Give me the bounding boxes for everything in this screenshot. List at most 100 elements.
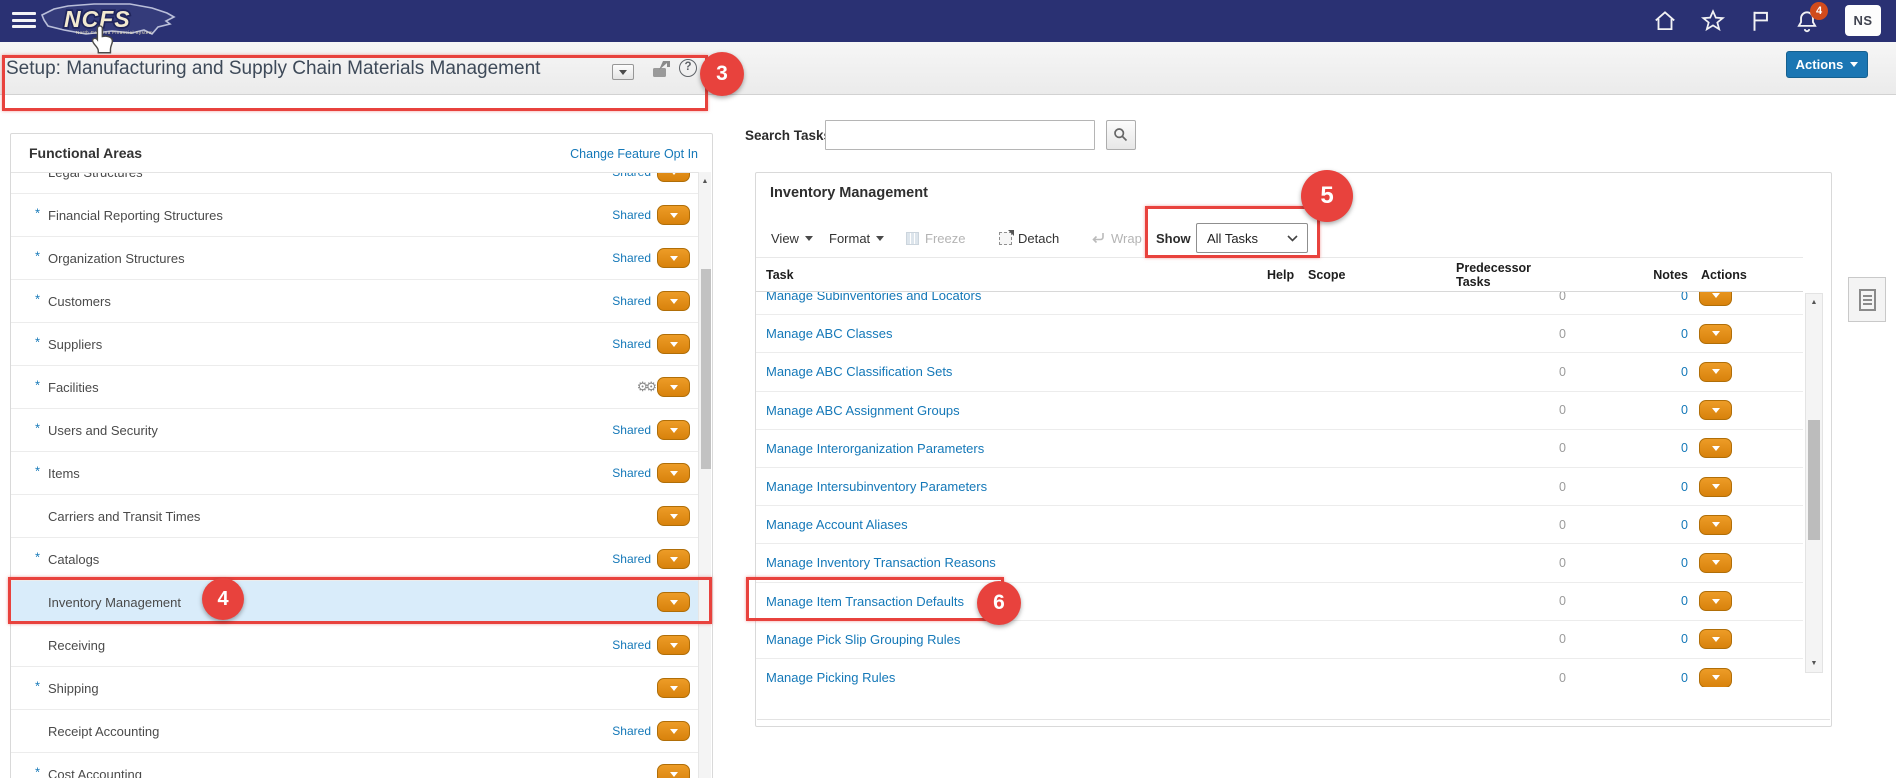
functional-area-row[interactable]: * Organization Structures Shared <box>11 237 698 280</box>
flag-icon[interactable] <box>1748 8 1774 34</box>
task-actions-button[interactable] <box>1699 668 1732 687</box>
functional-area-row[interactable]: * Suppliers Shared <box>11 323 698 366</box>
tasks-side-tab-button[interactable] <box>1848 277 1886 322</box>
functional-area-row[interactable]: Receipt Accounting Shared <box>11 710 698 753</box>
task-link[interactable]: Manage Intersubinventory Parameters <box>766 468 987 505</box>
column-header-help[interactable]: Help <box>1267 258 1294 291</box>
change-feature-opt-in-link[interactable]: Change Feature Opt In <box>570 147 698 161</box>
notes-count-link[interactable]: 0 <box>1626 659 1688 687</box>
functional-area-row[interactable]: Inventory Management <box>11 581 698 624</box>
notes-count-link[interactable]: 0 <box>1626 544 1688 581</box>
task-link[interactable]: Manage Pick Slip Grouping Rules <box>766 621 960 658</box>
search-tasks-input[interactable] <box>825 120 1095 150</box>
functional-area-row[interactable]: * Cost Accounting <box>11 753 698 778</box>
notes-count-link[interactable]: 0 <box>1626 621 1688 658</box>
notes-count-link[interactable]: 0 <box>1626 353 1688 390</box>
task-actions-button[interactable] <box>1699 591 1732 611</box>
tasks-table-scrollbar[interactable]: ▲ ▼ <box>1805 293 1823 673</box>
menu-icon[interactable] <box>12 12 36 30</box>
shared-link[interactable]: Shared <box>612 409 651 451</box>
task-link[interactable]: Manage Account Aliases <box>766 506 908 543</box>
shared-link[interactable]: Shared <box>612 194 651 236</box>
functional-area-actions-button[interactable] <box>657 205 690 225</box>
task-link[interactable]: Manage ABC Assignment Groups <box>766 392 960 429</box>
column-header-notes[interactable]: Notes <box>1626 258 1688 291</box>
notes-count-link[interactable]: 0 <box>1626 430 1688 467</box>
functional-area-row[interactable]: * Customers Shared <box>11 280 698 323</box>
scroll-up-icon[interactable]: ▲ <box>699 178 711 185</box>
help-icon[interactable]: ? <box>679 59 697 77</box>
shared-link[interactable]: Shared <box>612 172 651 193</box>
shared-link[interactable]: Shared <box>612 452 651 494</box>
home-icon[interactable] <box>1652 8 1678 34</box>
task-link[interactable]: Manage ABC Classification Sets <box>766 353 952 390</box>
functional-areas-scrollbar[interactable]: ▲ <box>698 172 711 778</box>
task-actions-button[interactable] <box>1699 515 1732 535</box>
task-actions-button[interactable] <box>1699 553 1732 573</box>
ncfs-logo[interactable]: NCFS North Carolina Financial System <box>34 0 184 47</box>
task-actions-button[interactable] <box>1699 324 1732 344</box>
task-link[interactable]: Manage Inventory Transaction Reasons <box>766 544 996 581</box>
functional-area-actions-button[interactable] <box>657 334 690 354</box>
column-header-scope[interactable]: Scope <box>1308 258 1346 291</box>
functional-area-row[interactable]: Receiving Shared <box>11 624 698 667</box>
column-header-task[interactable]: Task <box>766 258 794 291</box>
functional-area-row[interactable]: * Catalogs Shared <box>11 538 698 581</box>
format-menu[interactable]: Format <box>829 223 884 253</box>
notes-count-link[interactable]: 0 <box>1626 315 1688 352</box>
functional-area-actions-button[interactable] <box>657 377 690 397</box>
functional-area-actions-button[interactable] <box>657 678 690 698</box>
functional-area-row[interactable]: * Financial Reporting Structures Shared <box>11 194 698 237</box>
scrollbar-thumb[interactable] <box>1808 420 1820 540</box>
column-header-predecessor-tasks[interactable]: Predecessor Tasks <box>1456 258 1569 291</box>
search-button[interactable] <box>1106 120 1136 150</box>
notes-count-link[interactable]: 0 <box>1626 292 1688 314</box>
notes-count-link[interactable]: 0 <box>1626 583 1688 620</box>
task-link[interactable]: Manage Interorganization Parameters <box>766 430 984 467</box>
notes-count-link[interactable]: 0 <box>1626 392 1688 429</box>
task-actions-button[interactable] <box>1699 438 1732 458</box>
view-menu[interactable]: View <box>771 223 813 253</box>
shared-link[interactable]: Shared <box>612 710 651 752</box>
shared-link[interactable]: Shared <box>612 237 651 279</box>
shared-link[interactable]: Shared <box>612 280 651 322</box>
go-to-task-icon[interactable] <box>652 61 672 84</box>
functional-area-actions-button[interactable] <box>657 248 690 268</box>
shared-link[interactable]: Shared <box>612 538 651 580</box>
show-tasks-select[interactable]: All Tasks <box>1196 223 1308 253</box>
functional-area-actions-button[interactable] <box>657 463 690 483</box>
favorites-star-icon[interactable] <box>1700 8 1726 34</box>
functional-area-actions-button[interactable] <box>657 291 690 311</box>
setup-gears-icon[interactable]: ⚙⚙ <box>637 366 654 408</box>
task-actions-button[interactable] <box>1699 629 1732 649</box>
functional-area-row[interactable]: Legal Structures Shared <box>11 172 698 194</box>
task-link[interactable]: Manage Picking Rules <box>766 659 895 687</box>
functional-area-actions-button[interactable] <box>657 592 690 612</box>
task-actions-button[interactable] <box>1699 477 1732 497</box>
functional-area-actions-button[interactable] <box>657 506 690 526</box>
functional-area-actions-button[interactable] <box>657 549 690 569</box>
shared-link[interactable]: Shared <box>612 624 651 666</box>
task-actions-button[interactable] <box>1699 400 1732 420</box>
shared-link[interactable]: Shared <box>612 323 651 365</box>
functional-area-row[interactable]: * Facilities ⚙⚙ <box>11 366 698 409</box>
functional-area-actions-button[interactable] <box>657 420 690 440</box>
functional-area-row[interactable]: * Items Shared <box>11 452 698 495</box>
functional-area-row[interactable]: * Shipping <box>11 667 698 710</box>
notes-count-link[interactable]: 0 <box>1626 468 1688 505</box>
title-dropdown-button[interactable] <box>612 64 634 80</box>
user-avatar[interactable]: NS <box>1845 5 1881 36</box>
functional-area-actions-button[interactable] <box>657 635 690 655</box>
functional-area-row[interactable]: * Users and Security Shared <box>11 409 698 452</box>
column-header-actions[interactable]: Actions <box>1701 258 1747 291</box>
task-actions-button[interactable] <box>1699 292 1732 306</box>
task-actions-button[interactable] <box>1699 362 1732 382</box>
task-link[interactable]: Manage Subinventories and Locators <box>766 292 981 314</box>
functional-area-row[interactable]: Carriers and Transit Times <box>11 495 698 538</box>
task-link[interactable]: Manage ABC Classes <box>766 315 892 352</box>
functional-area-actions-button[interactable] <box>657 172 690 182</box>
notes-count-link[interactable]: 0 <box>1626 506 1688 543</box>
scroll-up-icon[interactable]: ▲ <box>1806 299 1822 306</box>
task-link[interactable]: Manage Item Transaction Defaults <box>766 583 964 620</box>
actions-button[interactable]: Actions <box>1786 51 1868 78</box>
